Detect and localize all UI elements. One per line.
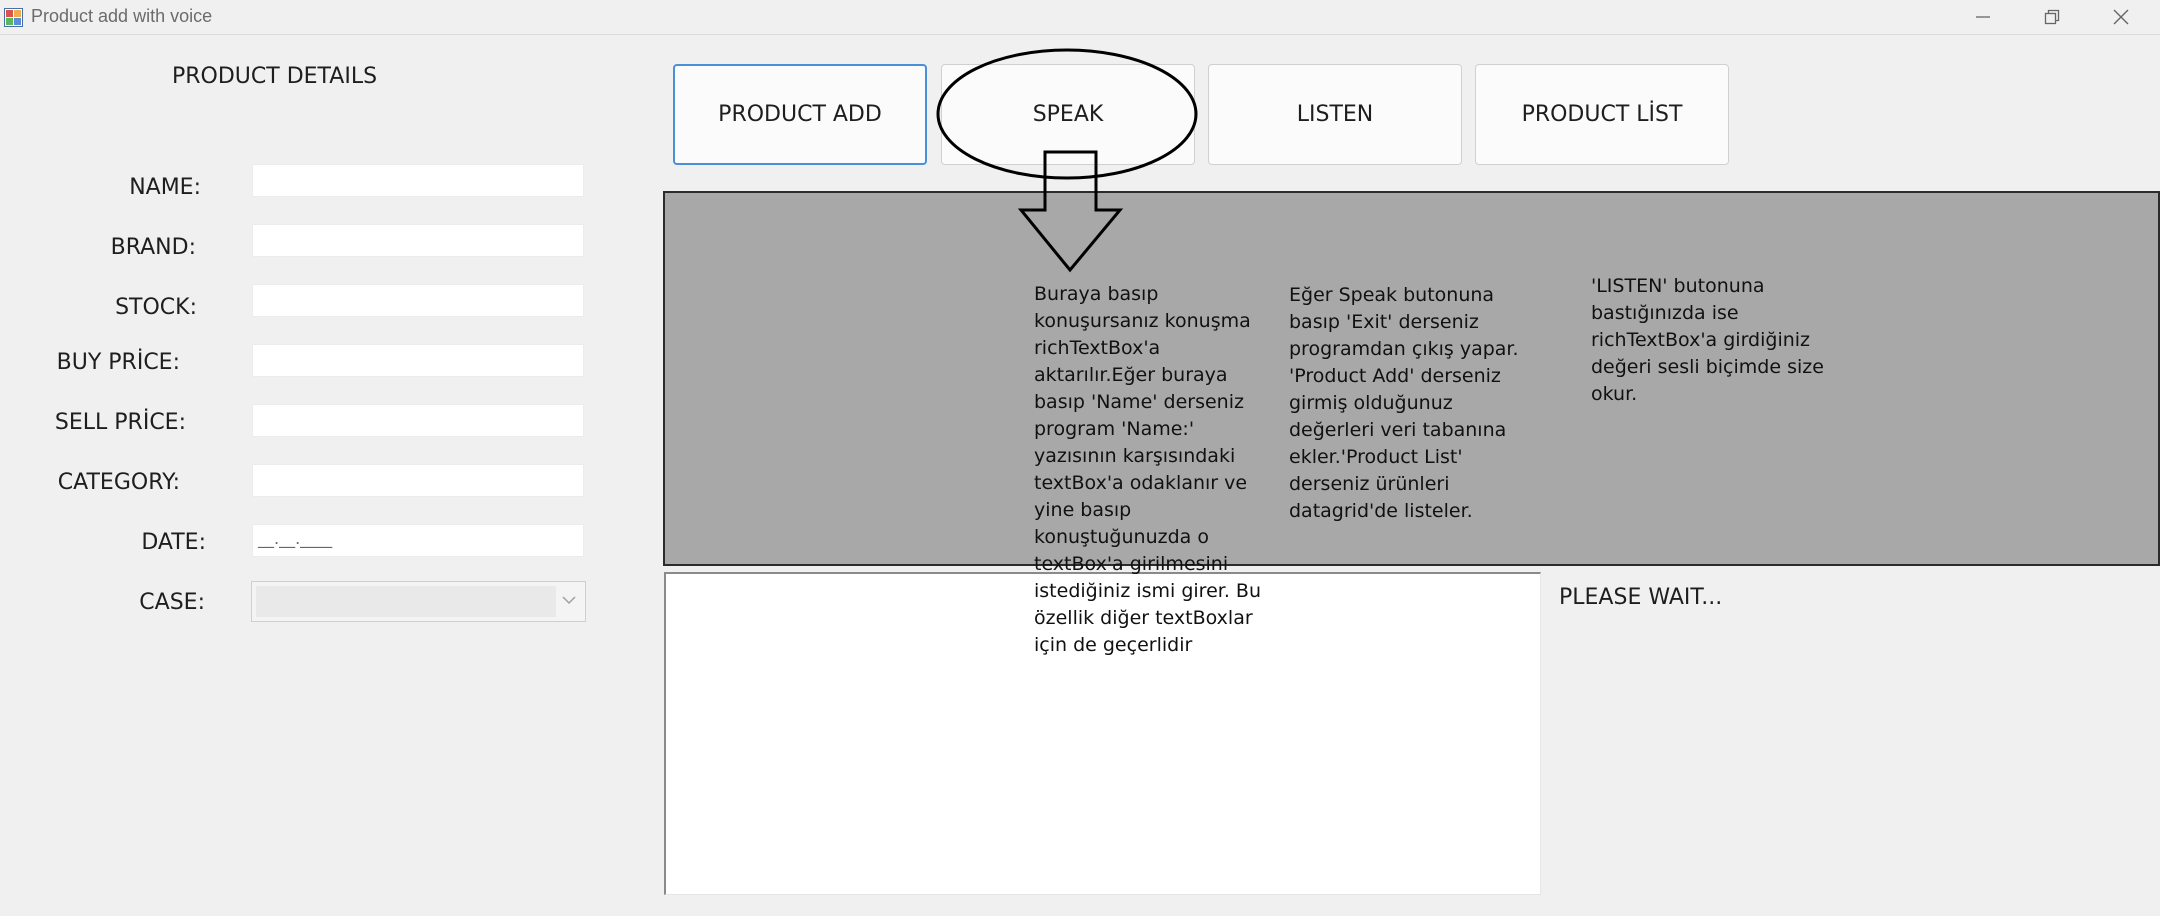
listen-annotation-text: 'LISTEN' butonuna bastığınızda ise richT… <box>1591 275 1824 405</box>
minimize-button[interactable] <box>1954 0 2012 34</box>
stock-label: STOCK: <box>115 295 197 320</box>
close-button[interactable] <box>2092 0 2150 34</box>
brand-input[interactable] <box>252 224 584 257</box>
sell-price-input[interactable] <box>252 404 584 437</box>
exit-annotation-text: Eğer Speak butonuna basıp 'Exit' derseni… <box>1289 284 1519 522</box>
title-bar: Product add with voice <box>0 0 2160 35</box>
product-list-button[interactable]: PRODUCT LİST <box>1475 64 1729 165</box>
product-details-title: PRODUCT DETAILS <box>172 64 378 89</box>
close-icon <box>2113 9 2129 25</box>
speak-annotation-text: Buraya basıp konuşursanız konuşma richTe… <box>1034 283 1261 656</box>
case-label: CASE: <box>139 590 205 615</box>
case-combobox-value <box>256 586 556 617</box>
date-masked-input[interactable]: __.__.____ <box>252 524 584 557</box>
name-label: NAME: <box>129 175 201 200</box>
speak-button[interactable]: SPEAK <box>941 64 1195 165</box>
case-combobox[interactable] <box>251 581 586 622</box>
chevron-down-icon <box>562 596 576 605</box>
status-label: PLEASE WAIT... <box>1559 585 1723 610</box>
listen-button[interactable]: LISTEN <box>1208 64 1462 165</box>
buy-price-label: BUY PRİCE: <box>56 350 180 375</box>
date-label: DATE: <box>141 530 206 555</box>
app-icon <box>4 8 23 27</box>
category-input[interactable] <box>252 464 584 497</box>
name-input[interactable] <box>252 164 584 197</box>
buy-price-input[interactable] <box>252 344 584 377</box>
stock-input[interactable] <box>252 284 584 317</box>
category-label: CATEGORY: <box>57 470 180 495</box>
restore-icon <box>2044 9 2060 25</box>
minimize-icon <box>1976 16 1990 18</box>
sell-price-label: SELL PRİCE: <box>54 410 186 435</box>
maximize-button[interactable] <box>2023 0 2081 34</box>
product-add-button[interactable]: PRODUCT ADD <box>673 64 927 165</box>
window-title: Product add with voice <box>31 6 213 26</box>
brand-label: BRAND: <box>110 235 196 260</box>
